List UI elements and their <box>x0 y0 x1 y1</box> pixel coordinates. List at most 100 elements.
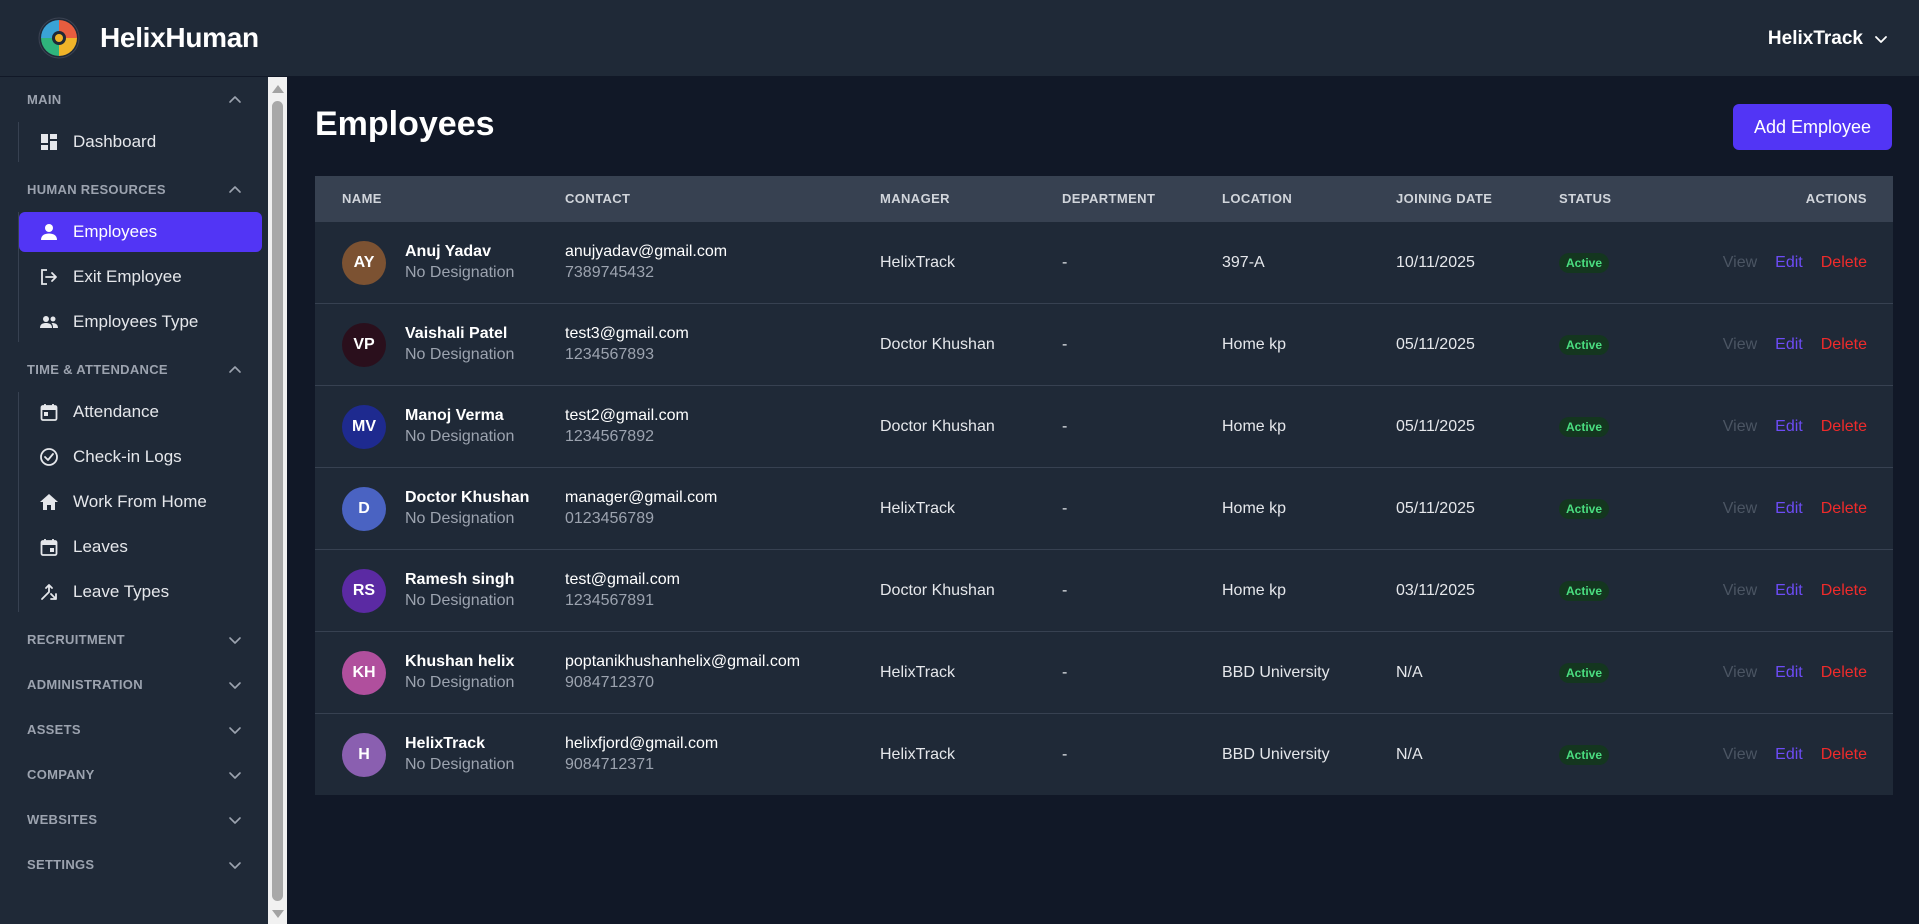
sidebar-section-main[interactable]: MAIN <box>0 77 268 122</box>
delete-button[interactable]: Delete <box>1821 746 1867 764</box>
view-button[interactable]: View <box>1723 582 1757 600</box>
employee-name[interactable]: Anuj Yadav <box>405 243 514 261</box>
view-button[interactable]: View <box>1723 500 1757 518</box>
table-body: AY Anuj Yadav No Designation anujyadav@g… <box>315 221 1893 795</box>
department-cell: - <box>1062 581 1068 599</box>
actions-cell: View Edit Delete <box>1669 746 1893 764</box>
edit-button[interactable]: Edit <box>1775 500 1803 518</box>
status-cell: Active <box>1559 662 1669 683</box>
sidebar-item-work-from-home[interactable]: Work From Home <box>19 482 262 522</box>
delete-button[interactable]: Delete <box>1821 254 1867 272</box>
delete-button[interactable]: Delete <box>1821 500 1867 518</box>
avatar: RS <box>342 568 386 613</box>
actions-cell: View Edit Delete <box>1669 336 1893 354</box>
name-block: Manoj Verma No Designation <box>405 407 514 446</box>
sidebar-section-administration[interactable]: ADMINISTRATION <box>0 662 268 707</box>
edit-button[interactable]: Edit <box>1775 746 1803 764</box>
exit-icon <box>39 267 59 287</box>
sidebar-item-attendance[interactable]: Attendance <box>19 392 262 432</box>
delete-button[interactable]: Delete <box>1821 582 1867 600</box>
sidebar-section-company[interactable]: COMPANY <box>0 752 268 797</box>
name-cell: MV Manoj Verma No Designation <box>315 404 565 449</box>
sidebar-section-human-resources[interactable]: HUMAN RESOURCES <box>0 167 268 212</box>
employee-phone: 0123456789 <box>565 510 654 527</box>
name-block: Doctor Khushan No Designation <box>405 489 529 528</box>
view-button[interactable]: View <box>1723 418 1757 436</box>
sidebar-item-dashboard[interactable]: Dashboard <box>19 122 262 162</box>
actions-cell: View Edit Delete <box>1669 500 1893 518</box>
chevron-up-icon <box>229 95 241 103</box>
employee-name[interactable]: HelixTrack <box>405 735 514 753</box>
section-title: HUMAN RESOURCES <box>27 182 166 197</box>
sidebar-item-employees-type[interactable]: Employees Type <box>19 302 262 342</box>
section-title: WEBSITES <box>27 812 98 827</box>
location-cell: Home kp <box>1222 335 1287 353</box>
column-header-name[interactable]: NAME <box>315 191 565 206</box>
scrollbar-thumb[interactable] <box>272 101 283 901</box>
sidebar-section-websites[interactable]: WEBSITES <box>0 797 268 842</box>
employee-name[interactable]: Vaishali Patel <box>405 325 514 343</box>
sidebar-item-employees[interactable]: Employees <box>19 212 262 252</box>
name-block: Khushan helix No Designation <box>405 653 514 692</box>
avatar: KH <box>342 650 386 695</box>
sidebar-item-leaves[interactable]: Leaves <box>19 527 262 567</box>
scroll-down-arrow-icon[interactable] <box>272 910 284 918</box>
employee-name[interactable]: Ramesh singh <box>405 571 514 589</box>
edit-button[interactable]: Edit <box>1775 664 1803 682</box>
view-button[interactable]: View <box>1723 746 1757 764</box>
column-header-contact[interactable]: CONTACT <box>565 191 880 206</box>
sidebar-item-check-in-logs[interactable]: Check-in Logs <box>19 437 262 477</box>
edit-button[interactable]: Edit <box>1775 336 1803 354</box>
scroll-up-arrow-icon[interactable] <box>272 85 284 93</box>
delete-button[interactable]: Delete <box>1821 418 1867 436</box>
brand[interactable]: HelixHuman <box>38 17 259 59</box>
employee-phone: 1234567892 <box>565 428 654 445</box>
employee-phone: 7389745432 <box>565 264 654 281</box>
sidebar-item-leave-types[interactable]: Leave Types <box>19 572 262 612</box>
employee-email: anujyadav@gmail.com <box>565 243 728 260</box>
joining-date-cell: N/A <box>1396 663 1423 681</box>
sidebar: MAIN Dashboard HUMAN RESOURCES Employees… <box>0 77 268 924</box>
column-header-status[interactable]: STATUS <box>1559 191 1669 206</box>
edit-button[interactable]: Edit <box>1775 582 1803 600</box>
name-block: HelixTrack No Designation <box>405 735 514 774</box>
edit-button[interactable]: Edit <box>1775 418 1803 436</box>
sidebar-section-assets[interactable]: ASSETS <box>0 707 268 752</box>
status-badge: Active <box>1559 252 1610 273</box>
column-header-manager[interactable]: MANAGER <box>880 191 1062 206</box>
view-button[interactable]: View <box>1723 254 1757 272</box>
sidebar-item-label: Leaves <box>73 537 128 556</box>
section-title: COMPANY <box>27 767 95 782</box>
avatar: AY <box>342 240 386 285</box>
edit-button[interactable]: Edit <box>1775 254 1803 272</box>
page-title: Employees <box>315 105 495 143</box>
actions-cell: View Edit Delete <box>1669 418 1893 436</box>
account-menu[interactable]: HelixTrack <box>1768 0 1889 77</box>
employee-name[interactable]: Manoj Verma <box>405 407 514 425</box>
employee-name[interactable]: Doctor Khushan <box>405 489 529 507</box>
status-badge: Active <box>1559 334 1610 355</box>
name-block: Anuj Yadav No Designation <box>405 243 514 282</box>
employee-email: test@gmail.com <box>565 571 680 588</box>
sidebar-item-exit-employee[interactable]: Exit Employee <box>19 257 262 297</box>
view-button[interactable]: View <box>1723 664 1757 682</box>
location-cell: Home kp <box>1222 499 1287 517</box>
column-header-department[interactable]: DEPARTMENT <box>1062 191 1222 206</box>
sidebar-scrollbar[interactable] <box>268 77 287 924</box>
chevron-down-icon <box>229 636 241 644</box>
sidebar-section-settings[interactable]: SETTINGS <box>0 842 268 887</box>
add-employee-button[interactable]: Add Employee <box>1733 104 1892 150</box>
section-title: RECRUITMENT <box>27 632 125 647</box>
column-header-joining-date[interactable]: JOINING DATE <box>1396 191 1559 206</box>
sidebar-section-recruitment[interactable]: RECRUITMENT <box>0 617 268 662</box>
manager-cell: Doctor Khushan <box>880 417 995 435</box>
delete-button[interactable]: Delete <box>1821 336 1867 354</box>
column-header-location[interactable]: LOCATION <box>1222 191 1396 206</box>
delete-button[interactable]: Delete <box>1821 664 1867 682</box>
table-row: H HelixTrack No Designation helixfjord@g… <box>315 713 1893 795</box>
view-button[interactable]: View <box>1723 336 1757 354</box>
chevron-down-icon <box>229 726 241 734</box>
employee-name[interactable]: Khushan helix <box>405 653 514 671</box>
employee-email: helixfjord@gmail.com <box>565 735 719 752</box>
sidebar-section-time-attendance[interactable]: TIME & ATTENDANCE <box>0 347 268 392</box>
